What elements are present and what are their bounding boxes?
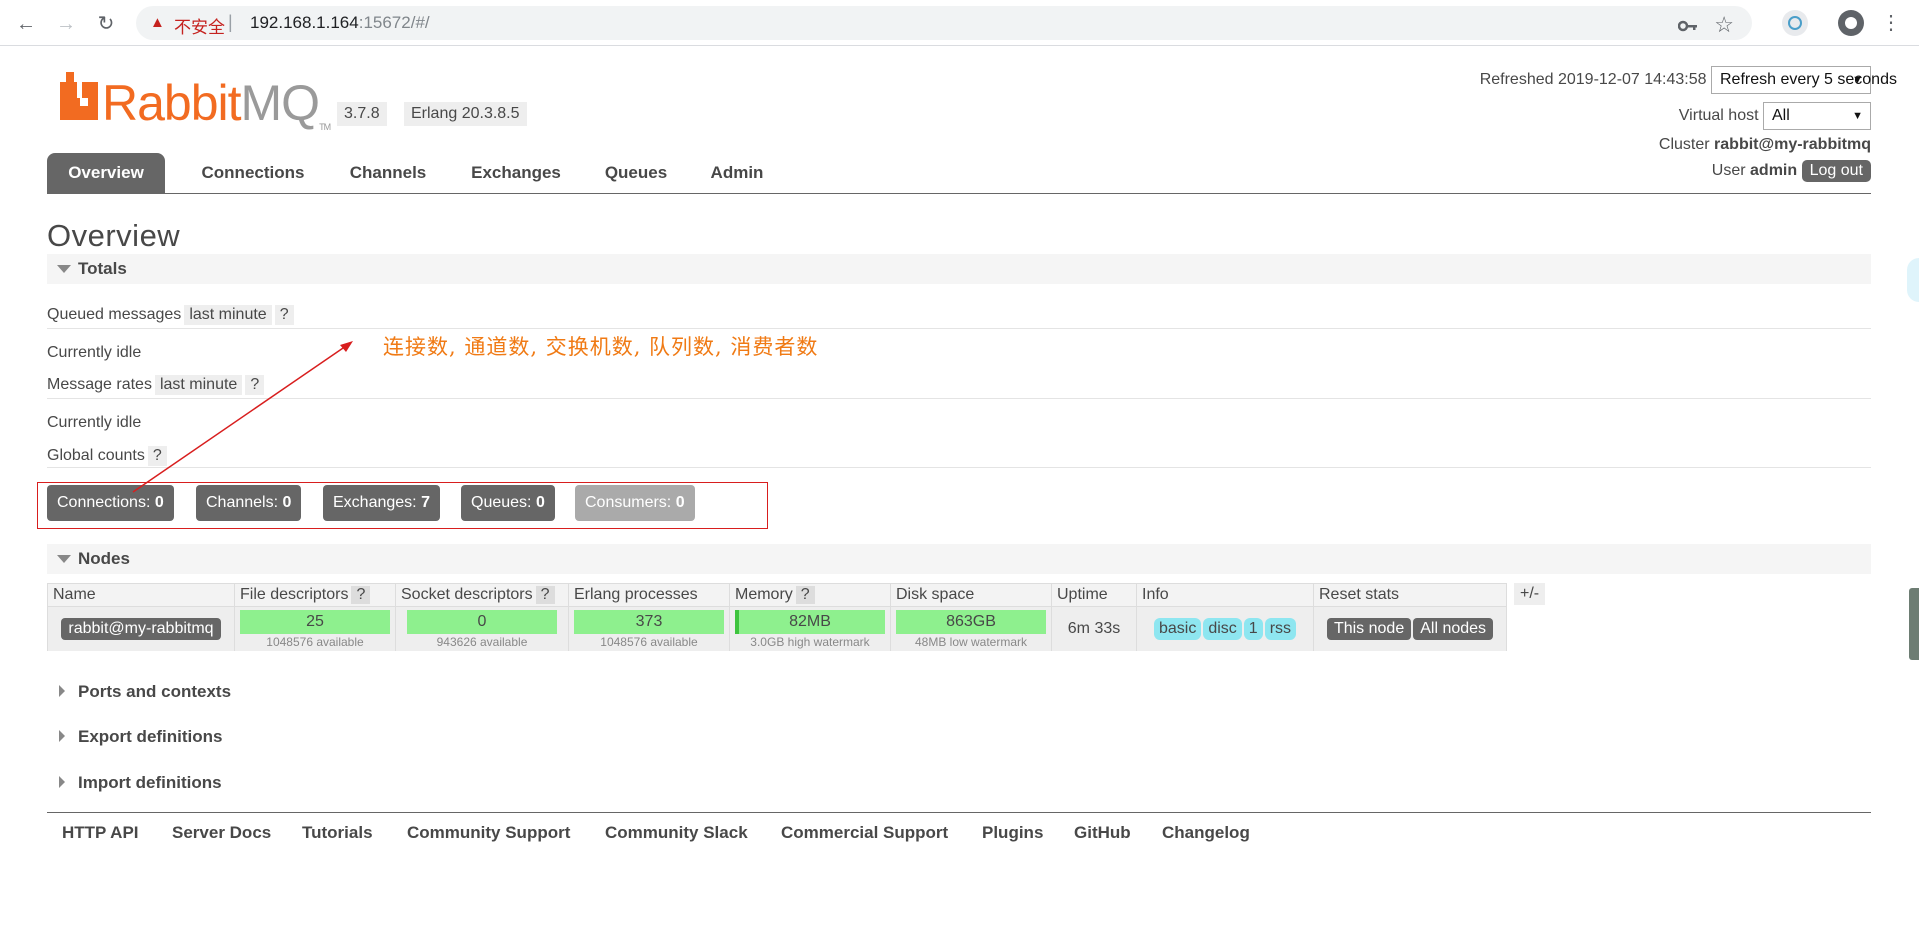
nodes-table: Name File descriptors? Socket descriptor… (47, 583, 1507, 651)
expand-triangle-icon (59, 730, 65, 742)
dropdown-arrow-icon: ▼ (1852, 110, 1863, 122)
info-badge-count: 1 (1243, 618, 1263, 640)
expand-triangle-icon (59, 776, 65, 788)
file-descriptors-available: 1048576 available (266, 634, 364, 649)
bookmark-star-icon[interactable]: ☆ (1714, 12, 1734, 38)
nodes-label: Nodes (78, 549, 130, 568)
column-header-disk-space[interactable]: Disk space (890, 583, 1052, 607)
help-button[interactable]: ? (795, 586, 815, 604)
socket-descriptors-available: 943626 available (436, 634, 528, 649)
virtual-host-row: Virtual host All ▼ (1679, 102, 1871, 130)
erlang-processes-cell: 373 1048576 available (568, 606, 730, 651)
toggle-columns-button[interactable]: +/- (1514, 583, 1546, 605)
table-row: rabbit@my-rabbitmq 25 1048576 available 0… (47, 606, 1507, 651)
cluster-label: Cluster (1658, 136, 1710, 153)
column-header-erlang-processes[interactable]: Erlang processes (568, 583, 730, 607)
uptime-cell: 6m 33s (1051, 606, 1137, 651)
info-badge-basic: basic (1153, 618, 1202, 640)
reset-all-nodes-button[interactable]: All nodes (1413, 618, 1494, 640)
help-button[interactable]: ? (535, 586, 555, 604)
footer-link-tutorials[interactable]: Tutorials (302, 823, 373, 843)
footer-link-community-slack[interactable]: Community Slack (605, 823, 748, 843)
import-definitions-label: Import definitions (78, 773, 222, 792)
footer: HTTP API Server Docs Tutorials Community… (47, 812, 1871, 853)
memory-meter: 82MB (735, 609, 885, 634)
export-definitions-label: Export definitions (78, 727, 223, 746)
footer-link-github[interactable]: GitHub (1074, 823, 1131, 843)
erlang-processes-available: 1048576 available (600, 634, 698, 649)
tab-exchanges[interactable]: Exchanges (455, 153, 577, 193)
column-header-reset-stats[interactable]: Reset stats (1313, 583, 1507, 607)
reset-stats-cell: This node All nodes (1313, 606, 1507, 651)
annotation-arrow-icon (132, 341, 353, 493)
column-header-file-descriptors[interactable]: File descriptors? (234, 583, 396, 607)
collapse-triangle-icon (57, 555, 71, 563)
dropdown-arrow-icon: ▼ (1852, 74, 1863, 86)
column-header-socket-descriptors[interactable]: Socket descriptors? (395, 583, 569, 607)
socket-descriptors-cell: 0 943626 available (395, 606, 569, 651)
disk-space-watermark: 48MB low watermark (914, 634, 1028, 649)
disk-space-cell: 863GB 48MB low watermark (890, 606, 1052, 651)
tab-queues[interactable]: Queues (591, 153, 681, 193)
column-header-memory[interactable]: Memory? (729, 583, 891, 607)
help-button[interactable]: ? (351, 586, 371, 604)
socket-descriptors-meter: 0 (407, 609, 557, 634)
footer-link-changelog[interactable]: Changelog (1162, 823, 1250, 843)
cluster-name: rabbit@my-rabbitmq (1714, 136, 1871, 153)
column-header-name[interactable]: Name (47, 583, 235, 607)
side-meter-widget[interactable] (1909, 588, 1919, 660)
info-badge-rss: rss (1264, 618, 1297, 640)
footer-link-http-api[interactable]: HTTP API (62, 823, 139, 843)
info-cell: basic disc 1 rss (1136, 606, 1314, 651)
memory-cell: 82MB 3.0GB high watermark (729, 606, 891, 651)
erlang-processes-meter: 373 (574, 609, 724, 634)
file-descriptors-cell: 25 1048576 available (234, 606, 396, 651)
refresh-interval-select[interactable]: Refresh every 5 seconds ▼ (1711, 66, 1897, 94)
expand-triangle-icon (59, 685, 65, 697)
key-icon[interactable] (1677, 17, 1698, 38)
footer-link-server-docs[interactable]: Server Docs (172, 823, 271, 843)
browser-menu-icon[interactable]: ⋮ (1878, 10, 1904, 36)
cluster-row: Cluster rabbit@my-rabbitmq (1659, 136, 1871, 154)
footer-link-commercial-support[interactable]: Commercial Support (781, 823, 948, 843)
virtual-host-select[interactable]: All ▼ (1763, 102, 1871, 130)
reset-this-node-button[interactable]: This node (1326, 618, 1412, 640)
column-header-info[interactable]: Info (1136, 583, 1314, 607)
column-header-uptime[interactable]: Uptime (1051, 583, 1137, 607)
virtual-host-label: Virtual host (1678, 107, 1759, 125)
ports-contexts-label: Ports and contexts (78, 682, 232, 701)
file-descriptors-meter: 25 (240, 609, 390, 634)
node-name-link[interactable]: rabbit@my-rabbitmq (61, 618, 221, 640)
erlang-version-badge: Erlang 20.3.8.5 (404, 102, 527, 126)
disk-space-meter: 863GB (896, 609, 1046, 634)
footer-link-plugins[interactable]: Plugins (982, 823, 1043, 843)
extension-icon[interactable] (1782, 10, 1808, 36)
refresh-row: Refreshed 2019-12-07 14:43:58 Refresh ev… (1479, 66, 1897, 94)
footer-link-community-support[interactable]: Community Support (407, 823, 570, 843)
side-panel-handle[interactable] (1907, 258, 1919, 302)
profile-avatar-icon[interactable] (1838, 10, 1864, 36)
nodes-section-header[interactable]: Nodes (47, 544, 1871, 574)
info-badge-disc: disc (1203, 618, 1242, 640)
tab-admin[interactable]: Admin (697, 153, 777, 193)
annotation-text: 连接数, 通道数, 交换机数, 队列数, 消费者数 (383, 335, 819, 359)
refreshed-timestamp: Refreshed 2019-12-07 14:43:58 (1479, 71, 1707, 89)
memory-watermark: 3.0GB high watermark (750, 634, 870, 649)
node-name-cell: rabbit@my-rabbitmq (47, 606, 235, 651)
